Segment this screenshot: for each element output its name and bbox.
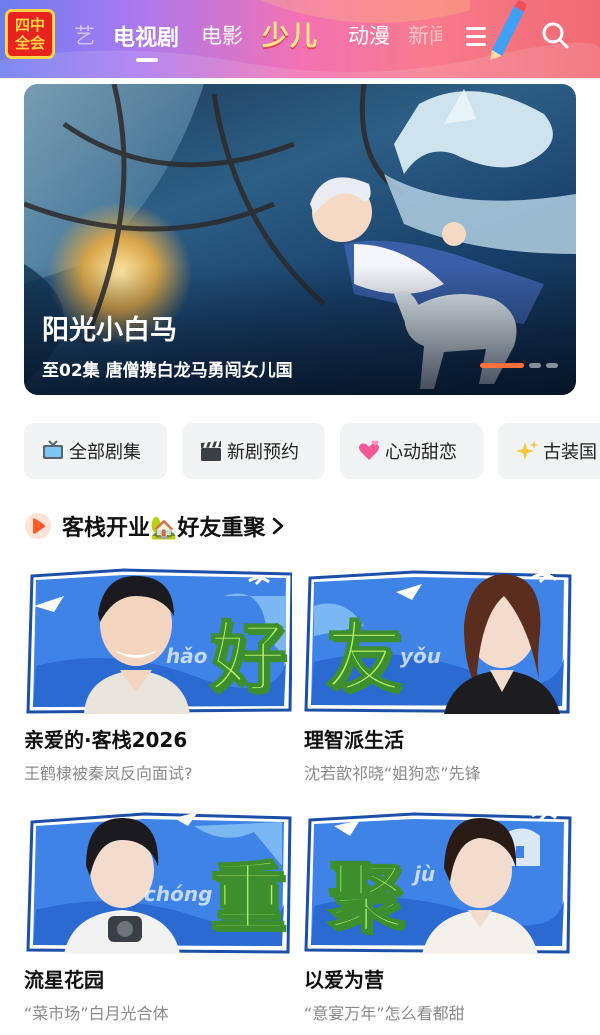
banner-title: 阳光小白马: [42, 315, 177, 346]
show-poster: jù 聚: [304, 806, 572, 954]
poster-character: 聚: [327, 852, 405, 943]
tab-anime[interactable]: 动漫: [348, 20, 390, 50]
app-logo[interactable]: 四中 全会: [5, 9, 55, 59]
show-card[interactable]: jù 聚 以爱为营 “意宴万年”怎么看都甜: [304, 806, 578, 1023]
show-poster: chóng 重: [24, 806, 292, 954]
logo-line-1: 四中: [14, 16, 45, 34]
section-play-icon: [25, 513, 51, 539]
tv-icon: [43, 440, 63, 459]
carousel-dot: [546, 363, 558, 368]
sparkles-icon: [516, 441, 538, 460]
show-title: 亲爱的·客栈2026: [24, 728, 188, 752]
show-title: 以爱为营: [304, 968, 384, 992]
show-card[interactable]: chóng 重 流星花园 “菜市场”白月光合体: [24, 806, 298, 1023]
chip-new-series-reservation[interactable]: 新剧预约: [182, 423, 325, 479]
search-icon[interactable]: [540, 20, 570, 50]
show-card[interactable]: hǎo 好 亲爱的·客栈2026 王鹤棣被秦岚反向面试?: [24, 566, 298, 783]
poster-character: 友: [325, 612, 403, 703]
show-subtitle: “意宴万年”怎么看都甜: [304, 1004, 465, 1023]
tab-variety[interactable]: 艺: [74, 20, 95, 50]
chevron-right-icon: [273, 517, 284, 535]
banner-subtitle: 至02集 唐僧携白龙马勇闯女儿国: [42, 361, 293, 381]
carousel-dot-active: [480, 363, 524, 368]
poster-character: 重: [209, 852, 287, 943]
tab-news[interactable]: 新闻: [408, 20, 442, 50]
show-subtitle: 王鹤棣被秦岚反向面试?: [24, 764, 193, 783]
hearts-icon: [359, 440, 379, 460]
show-poster: yǒu 友: [304, 566, 572, 714]
logo-line-2: 全会: [14, 34, 45, 52]
section-header[interactable]: 客栈开业🏡好友重聚: [24, 508, 285, 544]
poster-character: 好: [209, 612, 287, 703]
active-tab-indicator: [136, 58, 158, 62]
tab-tv-series[interactable]: 电视剧: [113, 20, 179, 52]
poster-pinyin: yǒu: [400, 644, 442, 668]
hero-banner[interactable]: 阳光小白马 至02集 唐僧携白龙马勇闯女儿国: [24, 84, 576, 395]
show-card[interactable]: yǒu 友 理智派生活 沈若歆祁晓“姐狗恋”先锋: [304, 566, 578, 783]
show-subtitle: 沈若歆祁晓“姐狗恋”先锋: [304, 764, 481, 783]
tab-kids[interactable]: 少儿: [262, 14, 318, 53]
show-poster: hǎo 好: [24, 566, 292, 714]
poster-pinyin: chóng: [144, 882, 213, 906]
poster-pinyin: jù: [414, 862, 436, 886]
carousel-indicator: [480, 363, 558, 368]
tab-movies[interactable]: 电影: [201, 20, 243, 50]
top-nav-bar: 四中 全会 艺 电视剧 电影 少儿 动漫 新闻: [0, 0, 600, 78]
show-title: 理智派生活: [304, 728, 404, 752]
clapperboard-icon: [201, 441, 221, 461]
carousel-dot: [529, 363, 541, 368]
poster-pinyin: hǎo: [166, 644, 208, 668]
chip-label: 新剧预约: [227, 442, 299, 463]
chip-all-series[interactable]: 全部剧集: [24, 423, 167, 479]
show-title: 流星花园: [24, 968, 104, 992]
section-title: 客栈开业🏡好友重聚: [62, 516, 266, 541]
chip-sweet-romance[interactable]: 心动甜恋: [340, 423, 483, 479]
pencil-decoration-icon: [490, 0, 527, 60]
chip-label: 古装国: [543, 442, 597, 463]
show-subtitle: “菜市场”白月光合体: [24, 1004, 169, 1023]
chip-label: 心动甜恋: [385, 442, 457, 463]
chip-costume-drama[interactable]: 古装国: [498, 423, 600, 479]
chip-label: 全部剧集: [69, 442, 141, 463]
